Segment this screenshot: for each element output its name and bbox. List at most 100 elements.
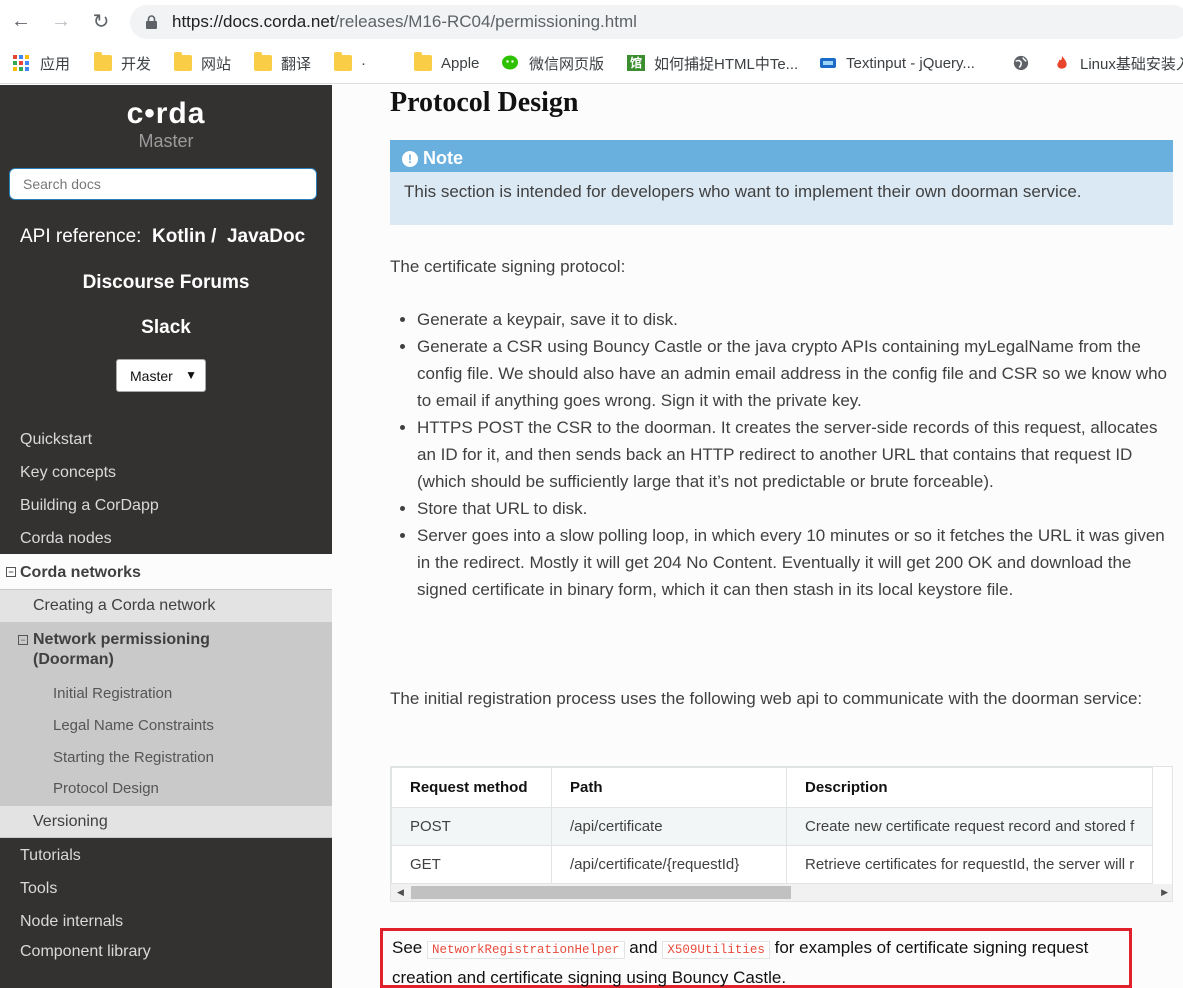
bookmark-folder-misc[interactable]: ·: [334, 52, 366, 74]
current-section-block: − Corda networks Creating a Corda networ…: [0, 554, 332, 838]
sidebar-item-legal-name[interactable]: Legal Name Constraints: [53, 717, 214, 734]
scroll-left-icon[interactable]: ◀: [397, 887, 404, 898]
column-header-path: Path: [551, 767, 787, 808]
bookmark-apps[interactable]: 应用: [13, 52, 70, 74]
bookmark-folder-apple[interactable]: Apple: [414, 52, 479, 74]
version-select[interactable]: Master ▼: [116, 359, 206, 392]
list-item: Store that URL to disk.: [417, 495, 1172, 522]
table-cell: POST: [391, 807, 552, 846]
and-text: and: [629, 938, 658, 957]
column-header-description: Description: [785, 767, 1154, 808]
sidebar-item-creating-network[interactable]: Creating a Corda network: [0, 589, 332, 623]
folder-icon: [174, 52, 192, 71]
scrollbar-thumb[interactable]: [411, 886, 791, 899]
bookmark-folder-sites[interactable]: 网站: [174, 52, 231, 74]
bookmark-globe[interactable]: [1012, 52, 1039, 74]
list-item: Server goes into a slow polling loop, in…: [417, 522, 1172, 603]
sidebar-item-corda-nodes[interactable]: Corda nodes: [20, 530, 112, 548]
collapse-icon[interactable]: −: [18, 635, 28, 645]
code-network-registration-helper: NetworkRegistrationHelper: [426, 941, 625, 959]
protocol-steps-list: Generate a keypair, save it to disk. Gen…: [417, 306, 1172, 603]
reload-icon[interactable]: ↻: [88, 8, 114, 34]
sidebar-item-quickstart[interactable]: Quickstart: [20, 431, 92, 449]
scroll-right-icon[interactable]: ▶: [1161, 887, 1168, 898]
address-bar[interactable]: https://docs.corda.net/releases/M16-RC04…: [130, 5, 1183, 39]
folder-icon: [414, 52, 432, 71]
main-content: Protocol Design ! Note This section is i…: [332, 85, 1183, 988]
bookmark-folder-dev[interactable]: 开发: [94, 52, 151, 74]
sidebar-item-building-cordapp[interactable]: Building a CorDapp: [20, 497, 159, 515]
caret-down-icon: ▼: [185, 368, 197, 382]
sidebar-item-protocol-design[interactable]: Protocol Design: [53, 780, 159, 797]
bookmark-linux[interactable]: Linux基础安装入: [1053, 52, 1183, 74]
page-title: Protocol Design: [390, 87, 579, 118]
collapse-icon[interactable]: −: [6, 567, 16, 577]
permissioning-label-line1: Network permissioning: [33, 631, 210, 648]
sidebar-item-component-library[interactable]: Component library: [20, 943, 151, 961]
sidebar-item-key-concepts[interactable]: Key concepts: [20, 464, 116, 482]
sidebar-item-tools[interactable]: Tools: [20, 880, 57, 898]
sidebar-item-starting-registration[interactable]: Starting the Registration: [53, 749, 214, 766]
discourse-link[interactable]: Discourse Forums: [0, 272, 332, 294]
permissioning-label-line2: (Doorman): [33, 651, 114, 668]
code-x509-utilities: X509Utilities: [662, 941, 770, 959]
search-box: [9, 168, 317, 200]
registration-paragraph: The initial registration process uses th…: [390, 689, 1143, 708]
note-title: ! Note: [390, 140, 1173, 172]
note-body: This section is intended for developers …: [404, 182, 1082, 201]
sidebar-item-network-permissioning[interactable]: Network permissioning (Doorman): [33, 630, 210, 670]
api-table-container: Request method Path Description POST /ap…: [390, 766, 1173, 902]
bookmarks-bar: 应用 开发 网站 翻译 · Apple 微信网页版 馆 如何捕捉HTML中Te.…: [0, 44, 1183, 84]
apps-grid-icon: [13, 55, 31, 71]
active-subsection: − Network permissioning (Doorman) Initia…: [0, 623, 332, 805]
javadoc-link[interactable]: JavaDoc: [227, 226, 305, 247]
api-separator: /: [211, 226, 217, 247]
sidebar-item-corda-networks[interactable]: − Corda networks: [0, 554, 332, 589]
table-cell: /api/certificate/{requestId}: [551, 845, 787, 884]
lock-icon: [146, 15, 157, 29]
list-item: Generate a keypair, save it to disk.: [417, 306, 1172, 333]
docs-sidebar: c•rda Master API reference: Kotlin / Jav…: [0, 85, 332, 988]
bookmark-folder-translate[interactable]: 翻译: [254, 52, 311, 74]
corda-logo[interactable]: c•rda: [0, 97, 332, 131]
folder-icon: [334, 52, 352, 71]
table-horizontal-scrollbar[interactable]: ◀ ▶: [391, 884, 1172, 901]
sidebar-item-tutorials[interactable]: Tutorials: [20, 847, 81, 865]
wechat-icon: [502, 55, 518, 70]
info-icon: !: [402, 150, 418, 167]
api-reference-label: API reference:: [20, 226, 142, 247]
api-table: Request method Path Description POST /ap…: [391, 767, 1154, 884]
table-cell: GET: [391, 845, 552, 884]
bookmark-jquery[interactable]: Textinput - jQuery...: [819, 52, 975, 74]
jquery-icon: [820, 58, 836, 68]
search-input[interactable]: [10, 169, 316, 199]
sidebar-item-initial-registration[interactable]: Initial Registration: [53, 685, 172, 702]
note-admonition: ! Note This section is intended for deve…: [390, 140, 1173, 225]
column-header-method: Request method: [391, 767, 552, 808]
highlighted-see-also: See NetworkRegistrationHelper and X509Ut…: [380, 928, 1132, 988]
forward-icon[interactable]: →: [48, 8, 74, 34]
kotlin-link[interactable]: Kotlin: [152, 226, 206, 247]
table-row: POST /api/certificate Create new certifi…: [391, 807, 1154, 846]
table-cell: Retrieve certificates for requestId, the…: [785, 845, 1154, 884]
back-icon[interactable]: ←: [8, 8, 34, 34]
url-text: https://docs.corda.net/releases/M16-RC04…: [172, 12, 637, 31]
sidebar-item-node-internals[interactable]: Node internals: [20, 913, 123, 931]
list-item: Generate a CSR using Bouncy Castle or th…: [417, 333, 1172, 414]
bookmark-html-capture[interactable]: 馆 如何捕捉HTML中Te...: [627, 52, 798, 74]
api-reference: API reference: Kotlin / JavaDoc: [20, 226, 305, 248]
bookmark-wechat[interactable]: 微信网页版: [502, 52, 604, 74]
table-row: GET /api/certificate/{requestId} Retriev…: [391, 845, 1154, 884]
intro-paragraph: The certificate signing protocol:: [390, 257, 626, 276]
sidebar-item-versioning[interactable]: Versioning: [0, 805, 332, 838]
table-cell: Create new certificate request record an…: [785, 807, 1154, 846]
version-select-value: Master: [130, 368, 173, 384]
globe-icon: [1013, 55, 1029, 71]
folder-icon: [254, 52, 272, 71]
folder-icon: [94, 52, 112, 71]
list-item: HTTPS POST the CSR to the doorman. It cr…: [417, 414, 1172, 495]
slack-link[interactable]: Slack: [0, 317, 332, 339]
table-cell: /api/certificate: [551, 807, 787, 846]
site-favicon-icon: 馆: [627, 55, 645, 71]
see-prefix: See: [392, 938, 423, 957]
